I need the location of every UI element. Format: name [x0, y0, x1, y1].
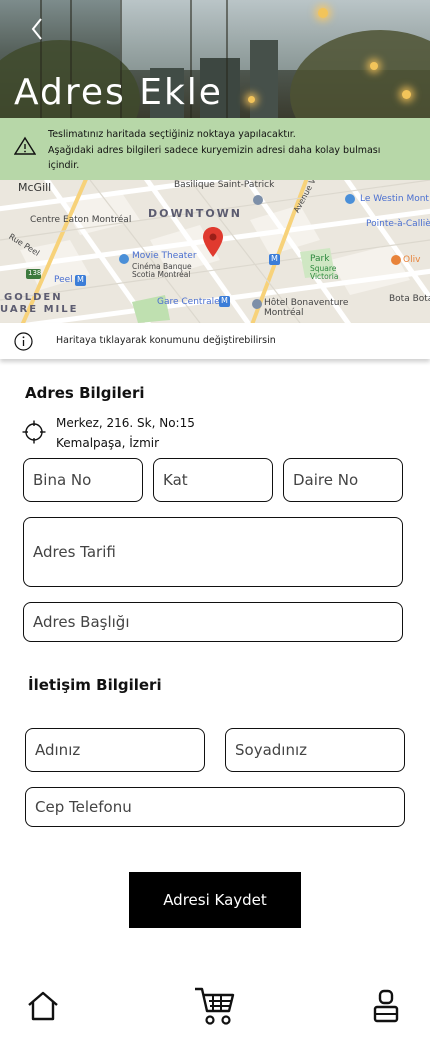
- user-icon[interactable]: [372, 989, 400, 1025]
- hero-lamp: [370, 62, 378, 70]
- map-hint-text: Haritaya tıklayarak konumunu değiştirebi…: [56, 335, 276, 346]
- chevron-left-icon[interactable]: [26, 14, 50, 44]
- map-label-park: Park: [310, 254, 330, 264]
- info-banner: Teslimatınız haritada seçtiğiniz noktaya…: [0, 118, 430, 180]
- map-label-bota-bota: Bota Bota: [389, 294, 430, 304]
- map-label-victoria: Victoria: [310, 272, 339, 281]
- home-icon[interactable]: [26, 990, 60, 1022]
- map-hint: Haritaya tıklayarak konumunu değiştirebi…: [0, 323, 430, 359]
- map-label-peel: Peel: [54, 275, 73, 285]
- map-label-montreal: Montréal: [264, 308, 304, 318]
- map-metro-peel: M: [77, 275, 84, 284]
- address-line-2: Kemalpaşa, İzmir: [56, 436, 160, 450]
- map-label-route: 138: [28, 269, 42, 277]
- hero-building: [250, 40, 278, 118]
- banner-line-2: Aşağıdaki adres bilgileri sadece kuryemi…: [48, 144, 381, 172]
- map-label-olive: Oliv: [403, 255, 421, 265]
- current-address: Merkez, 216. Sk, No:15 Kemalpaşa, İzmir: [56, 413, 195, 453]
- map-metro-gare: M: [221, 296, 228, 305]
- hero-line: [226, 0, 228, 118]
- banner-line-1: Teslimatınız haritada seçtiğiniz noktaya…: [48, 129, 296, 140]
- page-title: Adres Ekle: [14, 72, 223, 113]
- crosshair-icon[interactable]: [22, 420, 46, 444]
- cart-icon[interactable]: [193, 985, 237, 1027]
- warning-icon: [14, 136, 36, 155]
- adres-tarifi-input[interactable]: [23, 517, 403, 587]
- map-label-centre-eaton: Centre Eaton Montréal: [30, 215, 132, 225]
- adres-basligi-input[interactable]: [23, 602, 403, 642]
- first-name-input[interactable]: [25, 728, 205, 772]
- map-label-hotel-bonaventure: Hôtel Bonaventure: [264, 298, 349, 308]
- hero-lamp: [248, 96, 255, 103]
- save-address-button[interactable]: Adresi Kaydet: [129, 872, 301, 928]
- hero-image: Adres Ekle: [0, 0, 430, 118]
- daire-no-input[interactable]: [283, 458, 403, 502]
- hero-lamp: [402, 90, 411, 99]
- hero-lamp: [318, 8, 328, 18]
- map-metro-square: M: [271, 254, 278, 263]
- map-label-movie-theater: Movie Theater: [132, 251, 197, 261]
- map-label-westin: Le Westin Mont: [360, 194, 429, 204]
- info-icon: [14, 332, 33, 351]
- map-pin-icon: [203, 227, 223, 257]
- address-section-title: Adres Bilgileri: [25, 384, 145, 402]
- map-label-basilique: Basilique Saint-Patrick: [174, 180, 275, 190]
- banner-text: Teslimatınız haritada seçtiğiniz noktaya…: [48, 127, 408, 174]
- map-label-mcgill: McGill: [18, 181, 52, 194]
- bina-no-input[interactable]: [23, 458, 143, 502]
- contact-section-title: İletişim Bilgileri: [28, 676, 162, 694]
- map-label-golden: GOLDEN: [4, 292, 63, 303]
- phone-input[interactable]: [25, 787, 405, 827]
- kat-input[interactable]: [153, 458, 273, 502]
- map-label-pointe: Pointe-à-Callièr: [366, 219, 430, 229]
- map-label-scotia: Scotia Montréal: [132, 270, 191, 279]
- map-label-square-mile: UARE MILE: [0, 304, 79, 315]
- address-line-1: Merkez, 216. Sk, No:15: [56, 416, 195, 430]
- map-label-downtown: DOWNTOWN: [148, 207, 243, 220]
- last-name-input[interactable]: [225, 728, 405, 772]
- map-label-gare-centrale: Gare Centrale: [157, 297, 220, 307]
- location-map[interactable]: McGill Basilique Saint-Patrick Le Westin…: [0, 180, 430, 323]
